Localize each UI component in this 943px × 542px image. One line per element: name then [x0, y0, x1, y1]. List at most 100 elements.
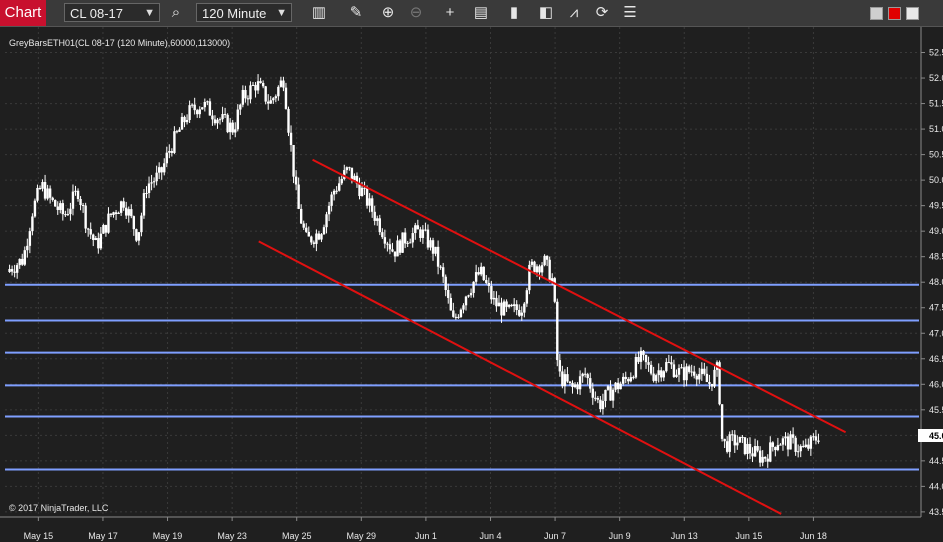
price-bar-body [523, 303, 526, 313]
price-bar-body [218, 119, 222, 121]
price-bar-body [241, 89, 245, 105]
price-bar-body [756, 446, 759, 451]
price-bar-body [119, 201, 123, 213]
price-bar-body [743, 437, 747, 454]
price-bar-body [228, 122, 232, 133]
price-bar-body [731, 434, 734, 436]
price-bar-body [447, 290, 450, 298]
price-bar-body [180, 116, 184, 130]
pencil-icon[interactable]: ✎ [345, 3, 367, 23]
price-bar-body [21, 258, 24, 265]
strategy-icon[interactable]: ◧ [535, 3, 557, 23]
indicator-icon[interactable]: ⩘ [563, 3, 585, 23]
price-bar-body [335, 190, 338, 192]
price-bar-body [236, 109, 239, 130]
refresh-icon[interactable]: ⟳ [591, 3, 613, 23]
price-chart[interactable]: 52.5 52.0 51.5 51.0 50.5 50.0 49.5 49.0 48.5 48.0… [0, 27, 943, 542]
price-bar-body [779, 444, 782, 446]
price-bar-body [51, 197, 54, 201]
crosshair-icon[interactable]: + [439, 3, 461, 23]
price-bar-body [388, 244, 392, 250]
price-bar-body [687, 366, 691, 372]
price-bar-body [817, 440, 820, 442]
price-bar-body [92, 234, 95, 240]
price-bar-body [500, 302, 503, 316]
price-bar-body [94, 238, 97, 240]
price-bar-body [485, 280, 488, 283]
price-bar-body [43, 181, 47, 199]
price-bar-body [556, 301, 559, 361]
price-bar-body [140, 215, 143, 233]
price-bar-body [15, 265, 19, 273]
price-bar-body [637, 357, 640, 362]
price-bar-body [8, 268, 11, 272]
zoom-out-icon[interactable]: ⊖ [405, 3, 427, 23]
price-bar-body [353, 175, 356, 180]
price-bar-body [254, 84, 257, 91]
y-tick-label: 48.5 [929, 252, 943, 262]
price-bar-body [784, 436, 787, 439]
price-bar-body [761, 456, 764, 463]
candlestick-icon[interactable]: ▥ [308, 3, 330, 23]
price-bar-body [690, 371, 693, 373]
y-tick-label: 47.0 [929, 328, 943, 338]
price-bar-body [497, 302, 501, 307]
close-button[interactable] [888, 7, 901, 20]
instrument-selector[interactable]: CL 08-17 ▼ [64, 3, 160, 22]
price-bar-body [680, 367, 683, 369]
instrument-value: CL 08-17 [70, 6, 123, 21]
price-bar-body [10, 268, 14, 272]
price-bar-body [459, 309, 463, 317]
y-tick-label: 50.5 [929, 150, 943, 160]
price-bar-body [203, 102, 207, 108]
price-bar-body [786, 436, 790, 450]
zoom-in-icon[interactable]: ⊕ [377, 3, 399, 23]
price-bar-body [190, 104, 194, 106]
data-box-icon[interactable]: ▤ [470, 3, 492, 23]
maximize-button[interactable] [906, 7, 919, 20]
y-tick-label: 49.0 [929, 226, 943, 236]
price-bar-body [223, 114, 227, 116]
price-bar-body [758, 450, 762, 463]
price-bar-body [723, 438, 726, 442]
price-bar-body [469, 292, 473, 296]
price-bar-body [117, 212, 120, 215]
bar-type-icon[interactable]: ▮ [503, 3, 525, 23]
price-bar-body [142, 193, 146, 216]
price-bar-body [736, 442, 739, 446]
price-bar-body [682, 367, 686, 381]
minimize-button[interactable] [870, 7, 883, 20]
price-bar-body [234, 129, 237, 133]
price-bar-body [97, 238, 100, 249]
price-bar-body [33, 200, 37, 217]
price-bar-body [482, 266, 485, 281]
y-tick-label: 44.5 [929, 456, 943, 466]
search-icon[interactable]: ⌕ [165, 3, 187, 23]
price-bar-body [84, 205, 87, 229]
price-bar-body [292, 144, 295, 177]
price-bar-body [781, 438, 785, 445]
price-bar-body [360, 187, 364, 197]
chart-tab[interactable]: Chart [0, 0, 46, 26]
price-bar-body [594, 397, 597, 399]
properties-icon[interactable]: ☰ [619, 3, 641, 23]
price-bar-body [74, 190, 77, 192]
price-bar-body [675, 374, 678, 377]
price-bar-body [267, 101, 270, 104]
price-bar-body [538, 266, 541, 273]
price-bar-body [533, 261, 536, 273]
price-bar-body [350, 167, 354, 180]
price-bar-body [639, 350, 643, 362]
price-bar-body [109, 213, 113, 215]
price-bar-body [208, 101, 212, 116]
y-tick-label: 51.0 [929, 124, 943, 134]
price-bar-body [297, 184, 300, 209]
interval-selector[interactable]: 120 Minute ▼ [196, 3, 292, 22]
price-bar-body [794, 437, 797, 452]
price-bar-body [61, 203, 65, 215]
price-bar-body [302, 223, 305, 228]
price-bar-body [566, 374, 569, 382]
price-bar-body [814, 436, 818, 441]
price-bar-body [652, 373, 655, 381]
price-bar-body [378, 218, 381, 233]
